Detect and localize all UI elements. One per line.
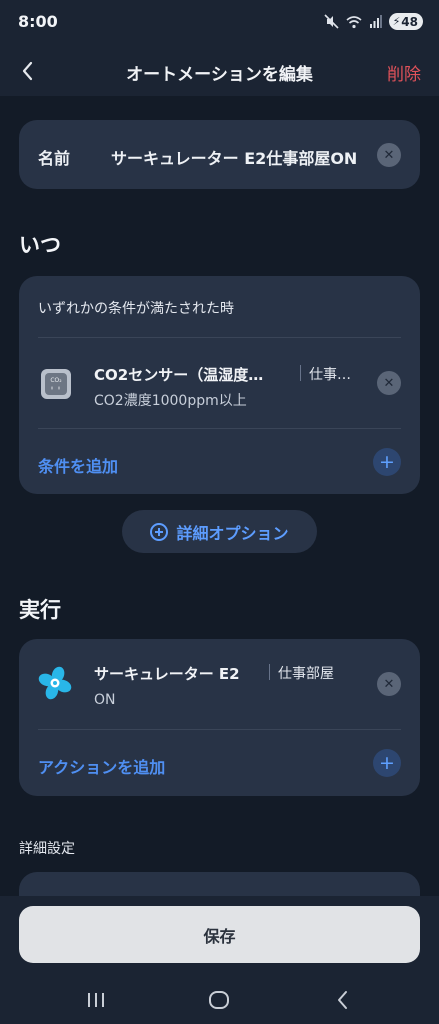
clear-name-button[interactable]: ✕ <box>377 143 401 167</box>
name-label: 名前 <box>38 149 71 168</box>
co2-sensor-icon: CO₂ <box>41 369 71 399</box>
delete-button[interactable]: 削除 <box>387 60 421 85</box>
battery-level: 48 <box>401 14 418 29</box>
separator <box>300 365 301 381</box>
when-heading: いつ <box>19 233 61 257</box>
app-header: オートメーションを編集 削除 <box>0 46 439 96</box>
status-icons: ⚡ 48 <box>323 13 423 30</box>
battery-indicator: ⚡ 48 <box>388 13 423 30</box>
action-detail: ON <box>94 692 116 708</box>
action-device-name: サーキュレーター E2 <box>94 665 240 683</box>
home-icon[interactable] <box>199 986 239 1014</box>
back-nav-icon[interactable] <box>322 986 362 1014</box>
condition-room: 仕事… <box>309 367 351 383</box>
circulator-fan-icon <box>38 666 72 700</box>
when-card: いずれかの条件が満たされた時 CO₂ CO2センサー（温湿度… 仕事… CO2濃… <box>19 276 420 494</box>
remove-action-button[interactable]: ✕ <box>377 672 401 696</box>
save-button[interactable]: 保存 <box>19 906 420 963</box>
separator <box>269 664 270 680</box>
save-bar: 保存 <box>0 896 439 976</box>
add-action-link[interactable]: アクションを追加 <box>38 754 165 778</box>
advanced-options-label: 詳細オプション <box>176 523 289 543</box>
condition-detail: CO2濃度1000ppm以上 <box>94 393 247 409</box>
plus-circle-icon <box>150 522 169 541</box>
divider <box>38 337 401 338</box>
svg-text:CO₂: CO₂ <box>50 377 62 384</box>
page-title: オートメーションを編集 <box>126 65 313 85</box>
wifi-icon <box>346 15 362 28</box>
divider <box>38 729 401 730</box>
status-time: 8:00 <box>18 12 58 31</box>
name-card[interactable]: 名前 サーキュレーター E2仕事部屋ON ✕ <box>19 120 420 189</box>
condition-device-name: CO2センサー（温湿度… <box>94 366 264 384</box>
advanced-options-button[interactable]: 詳細オプション <box>122 510 317 553</box>
charging-icon: ⚡ <box>392 15 401 28</box>
mute-icon <box>323 14 339 29</box>
recent-apps-icon[interactable] <box>76 986 116 1014</box>
action-room: 仕事部屋 <box>278 666 334 682</box>
add-action-plus-button[interactable]: + <box>373 749 401 777</box>
detail-settings-heading: 詳細設定 <box>19 841 75 857</box>
automation-name[interactable]: サーキュレーター E2仕事部屋ON <box>111 145 357 169</box>
remove-condition-button[interactable]: ✕ <box>377 371 401 395</box>
add-condition-link[interactable]: 条件を追加 <box>38 453 118 477</box>
add-condition-plus-button[interactable]: + <box>373 448 401 476</box>
status-bar: 8:00 ⚡ 48 <box>0 0 439 46</box>
divider <box>38 428 401 429</box>
signal-icon <box>369 15 382 28</box>
do-card: サーキュレーター E2 仕事部屋 ON ✕ アクションを追加 + <box>19 639 420 796</box>
navigation-bar <box>0 976 439 1024</box>
do-heading: 実行 <box>19 598 61 622</box>
condition-mode[interactable]: いずれかの条件が満たされた時 <box>38 298 234 318</box>
